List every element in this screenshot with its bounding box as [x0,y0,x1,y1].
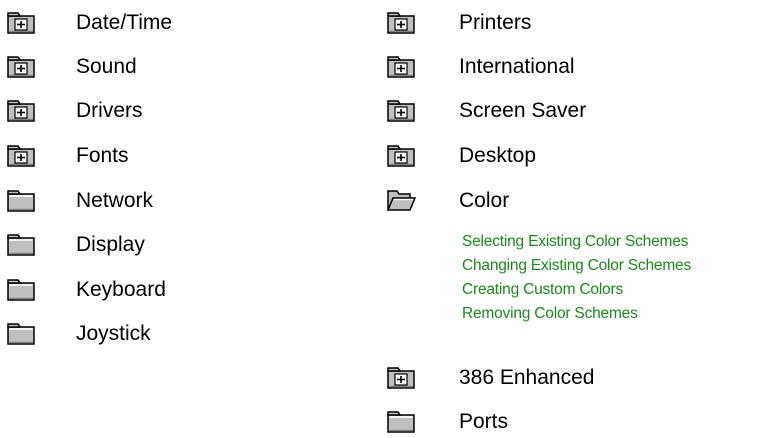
topic-label: Display [76,233,145,256]
topic-date-time[interactable]: Date/Time [0,8,172,38]
topic-label: 386 Enhanced [459,366,595,389]
folder-plus-icon [387,56,415,78]
folder-plus-icon [7,100,35,122]
topic-label: Fonts [76,144,129,167]
folder-closed-icon [7,279,35,301]
topic-desktop[interactable]: Desktop [380,141,536,171]
color-topic-link[interactable]: Changing Existing Color Schemes [462,257,691,275]
topic-label: Screen Saver [459,99,587,122]
folder-plus-icon [387,12,415,34]
topic-joystick[interactable]: Joystick [0,319,151,349]
topic-label: Network [76,189,154,212]
color-topic-link[interactable]: Removing Color Schemes [462,305,638,323]
topic-drivers[interactable]: Drivers [0,96,143,126]
folder-closed-icon [7,323,35,345]
topic-keyboard[interactable]: Keyboard [0,275,166,305]
topic-label: Printers [459,11,532,34]
folder-plus-icon [7,145,35,167]
folder-closed-icon [7,234,35,256]
topic-sound[interactable]: Sound [0,52,137,82]
topic-label: Sound [76,55,137,78]
topic-label: Color [459,189,510,212]
topic-label: Drivers [76,99,143,122]
folder-plus-icon [7,12,35,34]
topic-display[interactable]: Display [0,230,145,260]
folder-open-icon [386,190,416,211]
topic-international[interactable]: International [380,52,575,82]
folder-plus-icon [387,100,415,122]
topic-printers[interactable]: Printers [380,8,531,38]
topic-label: Date/Time [76,11,173,34]
topic-fonts[interactable]: Fonts [0,141,129,171]
topic-network[interactable]: Network [0,186,153,216]
color-topic-link[interactable]: Creating Custom Colors [462,281,623,299]
folder-plus-icon [387,367,415,389]
topic-color[interactable]: Color [380,186,509,216]
topic-label: Keyboard [76,278,166,301]
folder-plus-icon [7,56,35,78]
color-topic-link[interactable]: Selecting Existing Color Schemes [462,233,688,251]
topic-screen-saver[interactable]: Screen Saver [380,96,586,126]
folder-plus-icon [387,145,415,167]
topic-ports[interactable]: Ports [380,407,508,437]
topic-label: Ports [459,410,509,433]
topic-label: Joystick [76,322,151,345]
topic-label: Desktop [459,144,537,167]
folder-closed-icon [7,190,35,212]
folder-closed-icon [387,411,415,433]
topic-label: International [459,55,575,78]
topic-386-enhanced[interactable]: 386 Enhanced [380,363,594,393]
